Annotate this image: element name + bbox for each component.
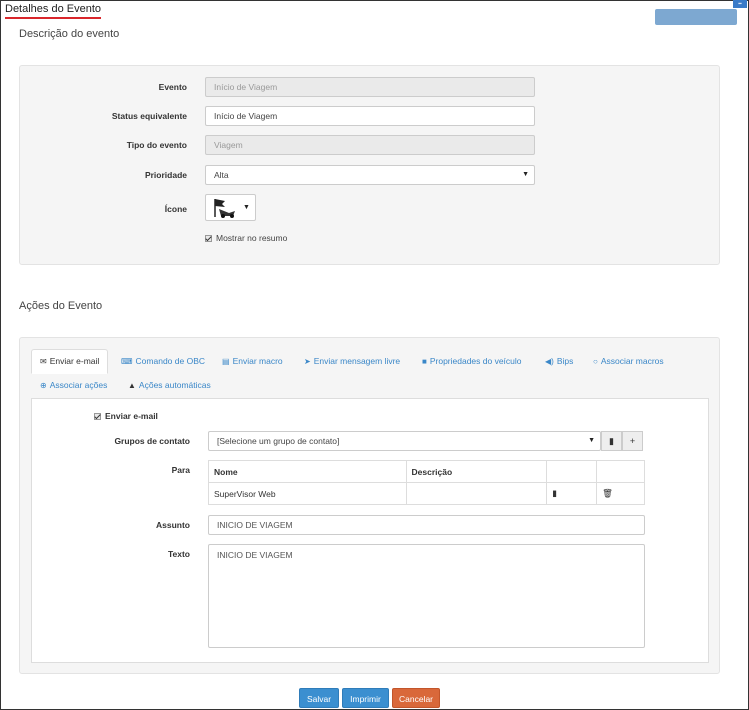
icon-picker[interactable]: ▼ — [205, 194, 256, 221]
book-icon[interactable]: ▮ — [601, 431, 622, 451]
truck-icon: ■ — [422, 357, 427, 366]
book-icon[interactable]: ▮ — [546, 482, 598, 505]
assunto-label: Assunto — [156, 520, 190, 530]
circle-icon: ○ — [593, 357, 598, 366]
column-header-nome: Nome — [208, 460, 407, 483]
recipient-description — [405, 482, 548, 505]
icone-label: Ícone — [164, 204, 187, 214]
cancel-button[interactable]: Cancelar — [392, 688, 440, 708]
tab-enviar-email[interactable]: ✉ Enviar e-mail — [31, 349, 109, 374]
grupos-value: [Selecione um grupo de contato] — [217, 436, 340, 446]
tipo-field: Viagem — [205, 135, 535, 155]
prioridade-select[interactable]: Alta ▼ — [205, 165, 535, 185]
top-right-button[interactable] — [655, 9, 737, 25]
print-button[interactable]: Imprimir — [342, 688, 389, 708]
tab-comando-obc[interactable]: ⌨ Comando de OBC — [121, 355, 205, 368]
tab-enviar-macro[interactable]: ▤ Enviar macro — [222, 355, 283, 368]
column-header-blank — [596, 460, 645, 483]
texto-textarea[interactable]: INICIO DE VIAGEM — [208, 544, 645, 648]
table-row: SuperVisor Web ▮ 🗑 — [208, 482, 645, 505]
recipient-name: SuperVisor Web — [208, 482, 407, 505]
recipients-table: Nome Descrição SuperVisor Web ▮ 🗑 — [208, 460, 645, 505]
status-label: Status equivalente — [111, 111, 187, 121]
send-icon: ➤ — [304, 357, 311, 366]
tipo-label: Tipo do evento — [126, 140, 187, 150]
column-header-blank — [546, 460, 598, 483]
evento-label: Evento — [158, 82, 187, 92]
column-header-descricao: Descrição — [405, 460, 548, 483]
actions-section-title: Ações do Evento — [19, 300, 103, 312]
chevron-down-icon: ▼ — [588, 437, 595, 444]
envelope-icon: ✉ — [40, 357, 47, 366]
assunto-field[interactable]: INICIO DE VIAGEM — [208, 515, 645, 535]
checkbox-icon — [94, 413, 101, 421]
volume-icon: ◀) — [545, 357, 554, 366]
truck-flag-icon — [214, 199, 235, 218]
plus-circle-icon: ⊕ — [40, 381, 47, 390]
prioridade-label: Prioridade — [144, 170, 187, 180]
plus-icon[interactable]: + — [622, 431, 643, 451]
trash-icon[interactable]: 🗑 — [596, 482, 645, 505]
caret-down-icon: ▼ — [243, 204, 250, 211]
send-email-checkbox[interactable]: Enviar e-mail — [94, 411, 158, 421]
show-summary-label: Mostrar no resumo — [216, 233, 288, 243]
evento-field: Início de Viagem — [205, 77, 535, 97]
send-email-label: Enviar e-mail — [105, 411, 158, 421]
para-label: Para — [171, 465, 190, 475]
texto-label: Texto — [167, 549, 190, 559]
checkbox-icon — [205, 235, 212, 243]
save-button[interactable]: Salvar — [299, 688, 339, 708]
warning-icon: ▲ — [128, 381, 136, 390]
list-icon: ▤ — [222, 357, 230, 366]
keyboard-icon: ⌨ — [121, 357, 133, 366]
tab-bips[interactable]: ◀) Bips — [545, 355, 573, 368]
tab-enviar-mensagem-livre[interactable]: ➤ Enviar mensagem livre — [304, 355, 400, 368]
grupos-label: Grupos de contato — [114, 436, 190, 446]
chevron-down-icon: ▼ — [522, 171, 529, 178]
window-corner-icon[interactable]: ▪▪ — [733, 0, 747, 8]
prioridade-value: Alta — [214, 170, 229, 180]
status-field[interactable]: Início de Viagem — [205, 106, 535, 126]
show-summary-checkbox[interactable]: Mostrar no resumo — [205, 233, 287, 243]
tab-propriedades-veiculo[interactable]: ■ Propriedades do veículo — [422, 355, 522, 368]
tab-acoes-automaticas[interactable]: ▲ Ações automáticas — [128, 379, 211, 392]
table-header-row: Nome Descrição — [208, 460, 645, 483]
tab-associar-acoes[interactable]: ⊕ Associar ações — [40, 379, 107, 392]
dialog-title: Detalhes do Evento — [5, 3, 102, 19]
tab-associar-macros[interactable]: ○ Associar macros — [593, 355, 664, 368]
description-section-title: Descrição do evento — [19, 28, 120, 40]
grupos-select[interactable]: [Selecione um grupo de contato] ▼ — [208, 431, 601, 451]
